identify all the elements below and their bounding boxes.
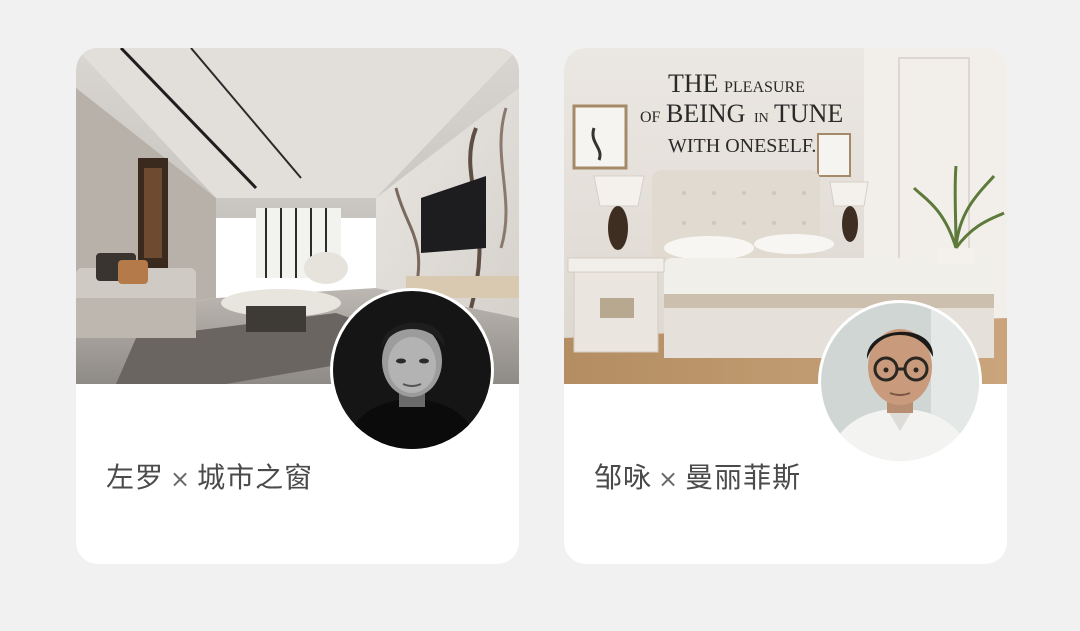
card-caption: 左罗 × 城市之窗: [106, 456, 313, 496]
slogan-word: TUNE: [774, 99, 843, 128]
designer-name: 左罗: [106, 461, 165, 494]
project-name: 曼丽菲斯: [685, 461, 802, 494]
person-portrait-icon: [333, 291, 491, 449]
cross-separator: ×: [170, 465, 192, 493]
slogan-word: THE: [668, 69, 719, 98]
card-caption: 邹咏 × 曼丽菲斯: [594, 456, 801, 496]
designer-avatar[interactable]: [330, 288, 494, 452]
slogan-word: OF: [640, 109, 661, 126]
designer-name: 邹咏: [594, 461, 653, 494]
designer-avatar[interactable]: [818, 300, 982, 464]
slogan-word: IN: [754, 111, 769, 126]
designer-card-zouyong[interactable]: THE PLEASURE OF BEING IN TUNE WITH ONESE…: [564, 48, 1007, 564]
person-with-glasses-icon: [821, 303, 979, 461]
slogan-word: BEING: [666, 99, 745, 128]
cross-separator: ×: [658, 465, 680, 493]
slogan-word: PLEASURE: [724, 79, 805, 96]
project-name: 城市之窗: [197, 461, 314, 494]
slogan-word: WITH ONESELF.: [668, 135, 816, 157]
